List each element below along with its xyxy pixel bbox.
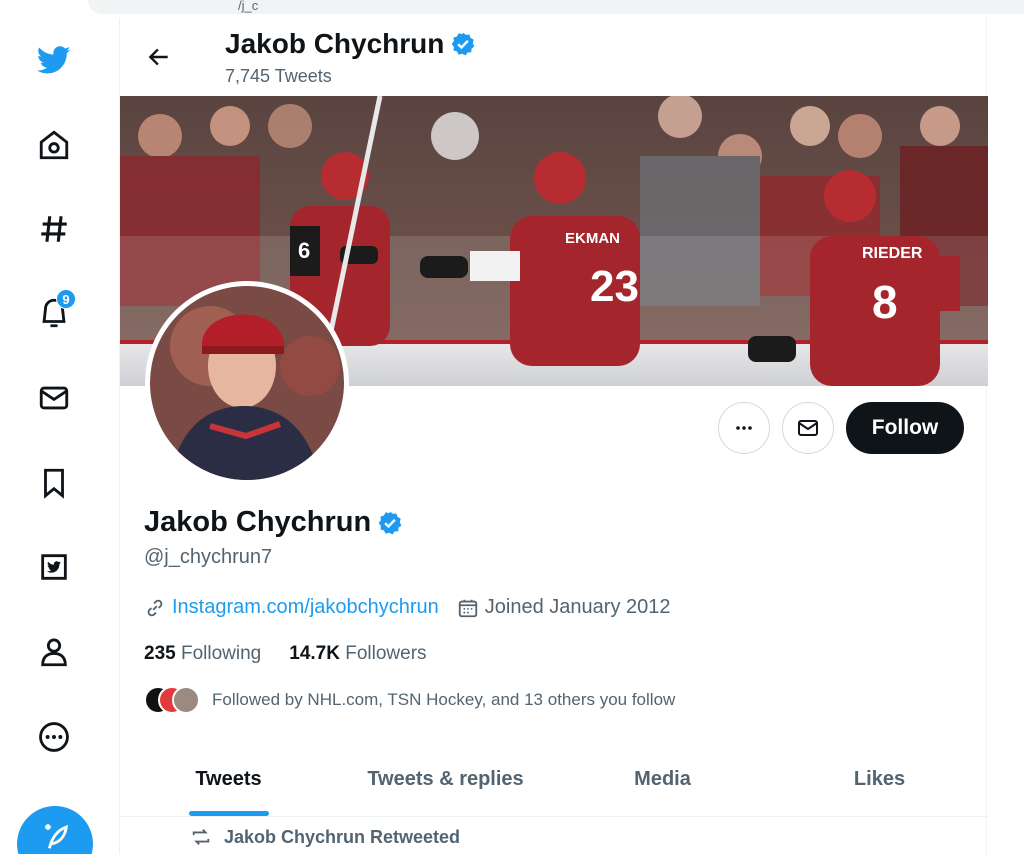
- tweet-count: 7,745 Tweets: [225, 66, 332, 86]
- more-dots-icon: [736, 426, 752, 430]
- notifications-bell-icon[interactable]: 9: [24, 283, 84, 343]
- profile-main-column: Jakob Chychrun 7,745 Tweets 6 EKMAN 23 R…: [119, 18, 988, 854]
- profile-handle: @j_chychrun7: [144, 546, 273, 568]
- address-bar-text: /j_c: [238, 0, 259, 13]
- bookmark-icon[interactable]: [24, 453, 84, 513]
- followers-count: 14.7K: [289, 643, 340, 664]
- banner-jersey-name: EKMAN: [565, 230, 620, 247]
- verified-badge-icon: [378, 511, 402, 534]
- envelope-icon: [798, 420, 818, 436]
- messages-envelope-icon[interactable]: [24, 368, 84, 428]
- back-arrow-icon[interactable]: [140, 38, 178, 76]
- active-tab-indicator: [188, 811, 269, 816]
- following-label: Following: [180, 643, 262, 664]
- tab-tweets[interactable]: Tweets: [120, 743, 337, 816]
- banner-jersey-name: RIEDER: [862, 245, 923, 262]
- twitter-logo-icon[interactable]: [24, 30, 84, 90]
- joined-date: Joined January 2012: [484, 596, 671, 618]
- profile-tabs: Tweets Tweets & replies Media Likes: [120, 743, 988, 817]
- notifications-badge: 9: [56, 289, 76, 309]
- home-icon[interactable]: [24, 115, 84, 175]
- message-button[interactable]: [782, 402, 834, 454]
- followers-label: Followers: [345, 643, 427, 664]
- profile-actions: Follow: [718, 402, 964, 454]
- banner-jersey-number: 6: [298, 238, 310, 263]
- header-name-text: Jakob Chychrun: [225, 28, 445, 59]
- retweet-icon: [192, 829, 210, 845]
- tab-tweets-replies[interactable]: Tweets & replies: [337, 743, 554, 816]
- banner-jersey-number: 8: [872, 276, 898, 328]
- profile-name-text: Jakob Chychrun: [144, 506, 372, 538]
- profile-name: Jakob Chychrun: [144, 506, 403, 539]
- compose-feather-icon: [45, 824, 69, 849]
- left-nav: 9: [0, 18, 118, 854]
- more-circle-icon[interactable]: [24, 707, 84, 767]
- following-count: 235: [144, 643, 176, 664]
- following-stat[interactable]: 235 Following: [144, 643, 261, 665]
- profile-meta: Instagram.com/jakobchychrun Joined Janua…: [144, 596, 671, 619]
- link-icon: [147, 599, 163, 616]
- profile-stats: 235 Following 14.7K Followers: [144, 643, 427, 665]
- followed-by-text: Followed by NHL.com, TSN Hockey, and 13 …: [212, 690, 676, 709]
- explore-hashtag-icon[interactable]: [24, 199, 84, 259]
- followers-stat[interactable]: 14.7K Followers: [289, 643, 426, 665]
- tab-likes[interactable]: Likes: [771, 743, 988, 816]
- tab-label: Likes: [853, 768, 906, 790]
- more-options-button[interactable]: [718, 402, 770, 454]
- verified-badge-icon: [452, 32, 475, 56]
- profile-avatar[interactable]: [145, 281, 349, 485]
- tab-label: Tweets & replies: [367, 768, 524, 790]
- follow-button[interactable]: Follow: [846, 402, 964, 454]
- tab-label: Media: [634, 768, 691, 790]
- retweet-label: Jakob Chychrun Retweeted: [224, 826, 461, 847]
- followed-by-row[interactable]: Followed by NHL.com, TSN Hockey, and 13 …: [144, 686, 675, 714]
- profile-person-icon[interactable]: [24, 622, 84, 682]
- address-bar[interactable]: /j_c: [88, 0, 1024, 14]
- followed-by-avatars: [144, 686, 200, 714]
- follower-avatar: [172, 686, 200, 714]
- calendar-icon: [458, 599, 477, 617]
- banner-jersey-number: 23: [590, 262, 639, 311]
- retweet-context: Jakob Chychrun Retweeted: [190, 826, 460, 848]
- tab-label: Tweets: [195, 768, 262, 790]
- profile-top-header: Jakob Chychrun 7,745 Tweets: [120, 18, 988, 96]
- browser-toolbar: /j_c: [0, 0, 1024, 18]
- header-name: Jakob Chychrun: [225, 28, 476, 60]
- tab-media[interactable]: Media: [554, 743, 771, 816]
- website-link[interactable]: Instagram.com/jakobchychrun: [172, 596, 439, 619]
- twitter-blue-icon[interactable]: [24, 537, 84, 597]
